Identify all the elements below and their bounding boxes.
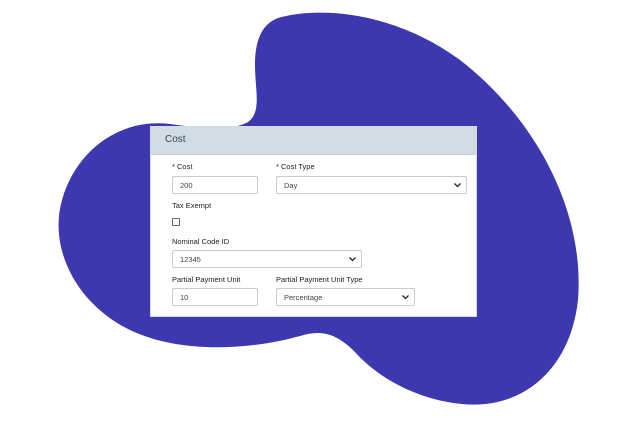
- cost-label: * Cost: [172, 162, 193, 171]
- tax-exempt-checkbox[interactable]: [172, 218, 180, 226]
- nominal-code-value: 12345: [180, 255, 201, 264]
- cost-type-label: * Cost Type: [276, 162, 315, 171]
- chevron-down-icon: [349, 257, 356, 262]
- partial-payment-unit-type-select[interactable]: Percentage: [276, 288, 415, 306]
- cost-type-value: Day: [284, 181, 298, 190]
- partial-payment-unit-label: Partial Payment Unit: [172, 275, 241, 284]
- nominal-code-label: Nominal Code ID: [172, 237, 230, 246]
- nominal-code-select[interactable]: 12345: [172, 250, 362, 268]
- panel-title: Cost: [151, 127, 476, 155]
- tax-exempt-label: Tax Exempt: [172, 201, 212, 210]
- chevron-down-icon: [402, 295, 409, 300]
- partial-payment-unit-type-value: Percentage: [284, 293, 323, 302]
- cost-input[interactable]: 200: [172, 176, 258, 194]
- chevron-down-icon: [454, 183, 461, 188]
- cost-type-select[interactable]: Day: [276, 176, 467, 194]
- partial-payment-unit-input[interactable]: 10: [172, 288, 258, 306]
- cost-panel: Cost * Cost 200 * Cost Type Day Tax Exem…: [150, 126, 477, 317]
- partial-payment-unit-type-label: Partial Payment Unit Type: [276, 275, 363, 284]
